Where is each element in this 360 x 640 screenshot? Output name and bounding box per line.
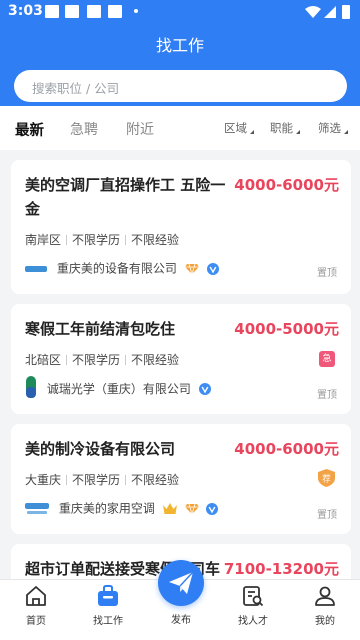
home-icon — [26, 586, 46, 606]
publish-button[interactable] — [158, 560, 204, 606]
crown-icon — [162, 503, 177, 514]
recommend-tag: 荐 — [322, 474, 331, 485]
company-logo — [26, 376, 36, 398]
dropdown-corner-icon — [250, 130, 254, 134]
nav-jobs-label: 找工作 — [93, 616, 123, 627]
job-card[interactable]: 寒假工年前结清包吃住 4000-5000元 北碚区 不限学历 不限经验 急 诚瑞光学… — [11, 304, 351, 414]
category-tabbar: 最新 急聘 附近 区域 职能 筛选 — [0, 106, 360, 150]
company-row[interactable]: 诚瑞光学（重庆）有限公司 — [25, 376, 211, 398]
job-education: 不限学历 — [72, 233, 121, 247]
send-icon — [169, 571, 194, 594]
profile-icon — [315, 586, 335, 606]
gallery-notification-icon — [45, 5, 59, 18]
status-bar: 3:03 — [0, 0, 360, 24]
page-title: 找工作 — [155, 36, 204, 55]
job-salary: 4000-6000元 — [234, 440, 339, 458]
job-title: 寒假工年前结清包吃住 — [25, 320, 176, 338]
filter-region[interactable]: 区域 — [224, 120, 254, 136]
filter-more-label: 筛选 — [318, 121, 341, 135]
job-district: 北碚区 — [25, 353, 62, 367]
diamond-icon — [184, 263, 199, 275]
filter-function[interactable]: 职能 — [270, 120, 300, 136]
company-name: 重庆美的设备有限公司 — [56, 261, 177, 276]
urgent-tag: 急 — [319, 351, 335, 367]
job-salary: 4000-6000元 — [234, 176, 339, 194]
more-notifications-dot — [134, 9, 138, 13]
job-card[interactable]: 美的空调厂直招操作工 五险一 金 4000-6000元 南岸区 不限学历 不限经验 … — [11, 160, 351, 294]
search-input[interactable]: 搜索职位 / 公司 — [14, 70, 347, 102]
job-title-line: 美的空调厂直招操作工 五险一 — [25, 176, 226, 194]
publish-label: 发布 — [171, 615, 191, 626]
tab-latest[interactable]: 最新 — [15, 119, 44, 140]
nav-talent[interactable]: 找人才 — [228, 584, 278, 627]
verified-icon — [198, 383, 211, 395]
job-title: 美的制冷设备有限公司 — [25, 440, 176, 458]
job-district: 大重庆 — [25, 473, 62, 487]
nav-mine-label: 我的 — [315, 616, 335, 627]
talent-search-icon — [243, 586, 264, 607]
verified-icon — [206, 502, 219, 515]
job-requirements: 北碚区 不限学历 不限经验 — [25, 351, 179, 368]
filter-function-label: 职能 — [270, 121, 293, 135]
filter-more[interactable]: 筛选 — [318, 120, 348, 136]
company-row[interactable]: 重庆美的家用空调 — [25, 500, 219, 516]
company-name: 重庆美的家用空调 — [58, 501, 155, 516]
system-status-icons — [304, 4, 354, 20]
job-requirements: 南岸区 不限学历 不限经验 — [25, 231, 179, 248]
job-salary: 7100-13200元 — [223, 560, 339, 578]
wifi-icon — [305, 6, 321, 18]
nav-home-label: 首页 — [26, 616, 46, 627]
company-row[interactable]: 重庆美的设备有限公司 — [25, 260, 219, 276]
app-notification-icon — [108, 5, 122, 18]
job-district: 南岸区 — [25, 233, 62, 247]
nav-talent-label: 找人才 — [238, 616, 268, 627]
tab-urgent[interactable]: 急聘 — [70, 119, 98, 139]
filter-region-label: 区域 — [224, 121, 247, 135]
signal-icon — [324, 6, 336, 18]
company-name: 诚瑞光学（重庆）有限公司 — [46, 382, 191, 396]
diamond-icon — [184, 503, 199, 515]
nav-home[interactable]: 首页 — [11, 584, 61, 627]
job-education: 不限学历 — [72, 353, 121, 367]
search-placeholder: 搜索职位 / 公司 — [32, 81, 120, 96]
job-experience: 不限经验 — [131, 233, 180, 247]
job-requirements: 大重庆 不限学历 不限经验 — [25, 471, 179, 488]
nav-jobs[interactable]: 找工作 — [83, 584, 133, 627]
job-title-line: 金 — [25, 200, 41, 218]
company-logo — [25, 502, 49, 514]
pinned-label: 置顶 — [317, 510, 337, 521]
dropdown-corner-icon — [344, 130, 348, 134]
job-salary: 4000-5000元 — [234, 320, 339, 338]
app-notification-icon — [65, 5, 79, 18]
pinned-label: 置顶 — [317, 268, 337, 279]
pinned-label: 置顶 — [317, 390, 337, 401]
status-time: 3:03 — [8, 3, 43, 19]
app-notification-icon — [87, 5, 101, 18]
job-education: 不限学历 — [72, 473, 121, 487]
nav-mine[interactable]: 我的 — [300, 584, 350, 627]
briefcase-icon — [98, 585, 118, 606]
job-card[interactable]: 美的制冷设备有限公司 4000-6000元 大重庆 不限学历 不限经验 荐 重庆美的… — [11, 424, 351, 534]
app-header: 3:03 找工作 搜索职位 / 公司 — [0, 0, 360, 106]
verified-icon — [206, 262, 219, 275]
dropdown-corner-icon — [296, 130, 300, 134]
recommend-shield-icon: 荐 — [318, 469, 335, 487]
battery-icon — [342, 5, 350, 19]
job-experience: 不限经验 — [131, 473, 180, 487]
job-list: 美的空调厂直招操作工 五险一 金 4000-6000元 南岸区 不限学历 不限经验 … — [0, 150, 360, 579]
job-title: 美的空调厂直招操作工 五险一 金 — [25, 173, 225, 221]
job-experience: 不限经验 — [131, 353, 180, 367]
company-logo — [25, 265, 47, 272]
tab-nearby[interactable]: 附近 — [126, 119, 154, 139]
